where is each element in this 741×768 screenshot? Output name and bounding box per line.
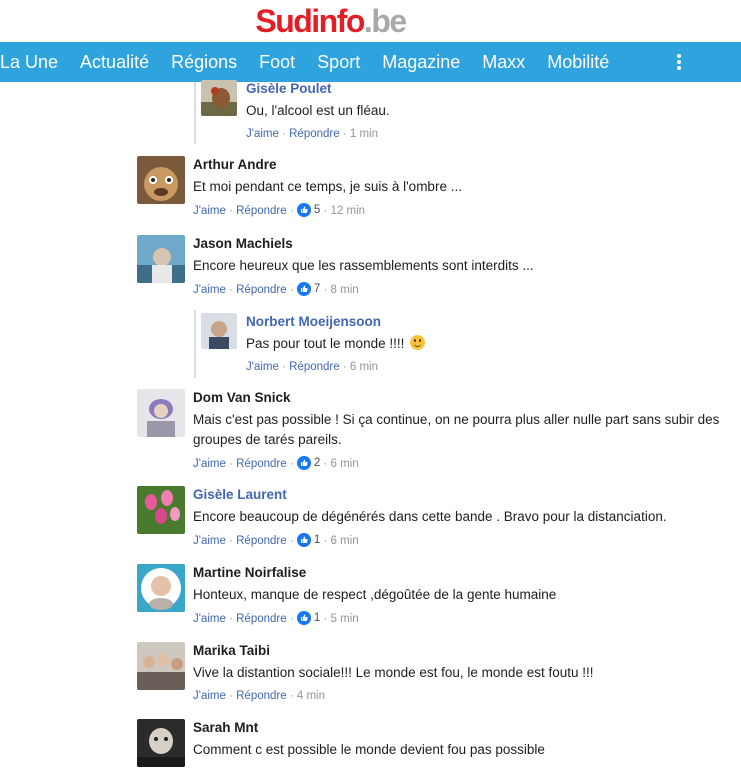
avatar[interactable] (137, 389, 185, 437)
comment-text: Pas pour tout le monde !!!! (246, 334, 741, 354)
comment-text: Vive la distantion sociale!!! Le monde e… (193, 665, 594, 680)
reply-link[interactable]: Répondre (236, 458, 287, 470)
like-link[interactable]: J'aime (193, 690, 226, 702)
like-count[interactable]: 5 (296, 203, 320, 217)
reply-thread-line (194, 310, 196, 378)
thumbs-up-icon (296, 203, 311, 217)
comment-author[interactable]: Sarah Mnt (193, 719, 733, 737)
like-link[interactable]: J'aime (193, 284, 226, 296)
like-link[interactable]: J'aime (246, 128, 279, 140)
main-nav: La Une Actualité Régions Foot Sport Maga… (0, 42, 741, 82)
avatar[interactable] (201, 80, 237, 116)
nav-magazine[interactable]: Magazine (371, 52, 471, 73)
avatar[interactable] (201, 313, 237, 349)
comment-text: Comment c est possible le monde devient … (193, 742, 545, 757)
like-link[interactable]: J'aime (193, 458, 226, 470)
comment-text: Ou, l'alcool est un fléau. (246, 103, 390, 118)
reply-link[interactable]: Répondre (289, 128, 340, 140)
comment-author[interactable]: Gisèle Laurent (193, 486, 733, 504)
sudinfo-logo[interactable]: Sudinfo.be (255, 5, 407, 37)
comment-author[interactable]: Martine Noirfalise (193, 564, 733, 582)
reply-link[interactable]: Répondre (236, 535, 287, 547)
comment-time: 6 min (330, 458, 359, 470)
nav-actualite[interactable]: Actualité (69, 52, 160, 73)
comment-meta: J'aime · Répondre · 1 · 6 min (193, 533, 359, 547)
nav-maxx[interactable]: Maxx (471, 52, 536, 73)
comment-meta: J'aime · Répondre · 6 min (246, 361, 379, 373)
like-link[interactable]: J'aime (246, 361, 279, 373)
like-count[interactable]: 1 (296, 611, 320, 625)
comment-text: Encore heureux que les rassemblements so… (193, 258, 534, 273)
avatar[interactable] (137, 156, 185, 204)
comment-meta: J'aime · Répondre · 5 · 12 min (193, 203, 366, 217)
nav-regions[interactable]: Régions (160, 52, 248, 73)
nav-sport[interactable]: Sport (306, 52, 371, 73)
reply-link[interactable]: Répondre (236, 205, 287, 217)
avatar[interactable] (137, 564, 185, 612)
comment-time: 4 min (296, 690, 326, 702)
comment-text: Honteux, manque de respect ,dégoûtée de … (193, 587, 557, 602)
like-count[interactable]: 1 (296, 533, 320, 547)
site-header: Sudinfo.be (0, 0, 741, 42)
comment-meta: J'aime · Répondre · 4 min (193, 690, 326, 702)
like-count[interactable]: 7 (296, 282, 320, 296)
comment-meta: J'aime · Répondre · 2 · 6 min (193, 456, 359, 470)
thumbs-up-icon (296, 282, 311, 296)
comment-author[interactable]: Marika Taibi (193, 642, 733, 660)
comment-author[interactable]: Gisèle Poulet (246, 80, 741, 98)
comment-text: Et moi pendant ce temps, je suis à l'omb… (193, 179, 462, 194)
comment-time: 6 min (349, 361, 379, 373)
nav-la-une[interactable]: La Une (0, 52, 69, 73)
comment-text: Mais c'est pas possible ! Si ça continue… (193, 412, 720, 447)
nav-foot[interactable]: Foot (248, 52, 306, 73)
comment-meta: J'aime · Répondre · 1 min (246, 128, 379, 140)
avatar[interactable] (137, 235, 185, 283)
like-count[interactable]: 2 (296, 456, 320, 470)
comment-meta: J'aime · Répondre · 7 · 8 min (193, 282, 359, 296)
avatar[interactable] (137, 486, 185, 534)
reply-link[interactable]: Répondre (289, 361, 340, 373)
comment-time: 6 min (330, 535, 359, 547)
comment-time: 5 min (330, 613, 359, 625)
avatar[interactable] (137, 642, 185, 690)
comment-author[interactable]: Norbert Moeijensoon (246, 313, 741, 331)
reply-link[interactable]: Répondre (236, 613, 287, 625)
comment-time: 8 min (330, 284, 359, 296)
more-menu-icon[interactable] (676, 54, 682, 72)
comment-time: 1 min (349, 128, 379, 140)
like-link[interactable]: J'aime (193, 535, 226, 547)
reply-link[interactable]: Répondre (236, 284, 287, 296)
comment-text: Encore beaucoup de dégénérés dans cette … (193, 509, 667, 524)
like-link[interactable]: J'aime (193, 205, 226, 217)
comment-author[interactable]: Arthur Andre (193, 156, 733, 174)
avatar[interactable] (137, 719, 185, 767)
reply-thread-line (194, 82, 196, 144)
thumbs-up-icon (296, 533, 311, 547)
comment-author[interactable]: Jason Machiels (193, 235, 733, 253)
nav-mobilite[interactable]: Mobilité (536, 52, 620, 73)
like-link[interactable]: J'aime (193, 613, 226, 625)
comment-time: 12 min (330, 205, 366, 217)
comment-author[interactable]: Dom Van Snick (193, 389, 733, 407)
smiley-emoji-icon (410, 335, 426, 350)
comment-meta: J'aime · Répondre · 1 · 5 min (193, 611, 359, 625)
thumbs-up-icon (296, 456, 311, 470)
thumbs-up-icon (296, 611, 311, 625)
reply-link[interactable]: Répondre (236, 690, 287, 702)
